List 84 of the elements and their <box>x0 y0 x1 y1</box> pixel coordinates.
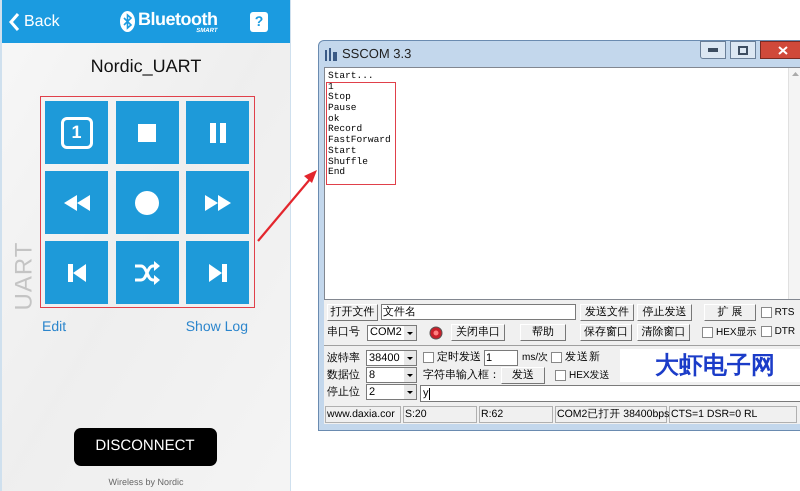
interval-unit: ms/次 <box>522 351 548 365</box>
dropdown[interactable]: 38400 <box>366 350 417 366</box>
control-button[interactable] <box>116 241 179 304</box>
app-logo-icon <box>324 47 338 61</box>
pause-icon <box>210 122 226 142</box>
chevron-left-icon <box>9 12 20 30</box>
control-button[interactable] <box>186 101 250 164</box>
rewind-icon <box>64 194 90 210</box>
file-name-field[interactable]: 文件名 <box>381 304 576 320</box>
send-button[interactable]: 发送 <box>501 367 545 384</box>
status-field: www.daxia.cor <box>325 406 401 423</box>
control-button[interactable] <box>116 101 179 164</box>
log-line: FastForward <box>328 135 392 146</box>
maximize-button[interactable] <box>730 41 756 59</box>
save-window-button[interactable]: 保存窗口 <box>580 324 632 341</box>
log-line: Start <box>328 146 358 156</box>
status-field: R:62 <box>479 406 553 423</box>
bluetooth-logo-icon <box>120 11 136 32</box>
log-line: Record <box>328 124 364 135</box>
control-button[interactable] <box>116 171 179 234</box>
close-port-button[interactable]: 关闭串口 <box>451 324 505 341</box>
record-icon <box>135 190 160 214</box>
interval-field[interactable]: 1 <box>484 350 518 366</box>
log-line: End <box>328 167 346 178</box>
input-label: 字符串输入框： <box>423 368 500 384</box>
annotation-arrow <box>257 170 317 242</box>
checkbox[interactable] <box>760 326 772 337</box>
checkbox-label: HEX发送 <box>569 369 610 383</box>
footer-text: Wireless by Nordic <box>107 476 184 489</box>
checkbox[interactable] <box>760 307 772 318</box>
minimize-button[interactable] <box>700 41 726 59</box>
checkbox-label: HEX显示 <box>716 326 757 340</box>
stop-icon <box>138 124 156 142</box>
open-file-button[interactable]: 打开文件 <box>327 304 378 320</box>
close-icon <box>778 46 788 54</box>
disconnect-button[interactable]: DISCONNECT <box>74 428 216 466</box>
expand-button[interactable]: 扩 展 <box>704 304 756 320</box>
checkbox-label: 定时发送 <box>437 350 481 366</box>
send-input-field[interactable]: y <box>420 385 800 402</box>
fast-forward-icon <box>204 194 231 210</box>
ad-banner[interactable]: 大虾电子网 <box>620 349 800 382</box>
shuffle-icon <box>134 260 160 284</box>
maximize-icon <box>738 46 748 54</box>
setting-label: 数据位 <box>327 368 361 383</box>
dropdown[interactable]: 2 <box>366 384 417 400</box>
status-field: S:20 <box>403 406 477 423</box>
minimize-icon <box>708 48 718 52</box>
setting-label: 停止位 <box>327 384 361 400</box>
log-line: Start... <box>328 71 375 82</box>
scroll-up-icon <box>792 72 798 76</box>
port-label: 串口号 <box>327 325 361 340</box>
checkbox-label: RTS <box>774 306 794 320</box>
checkbox[interactable] <box>423 352 434 363</box>
stop-send-button[interactable]: 停止发送 <box>637 304 692 320</box>
numbered-square-icon: 1 <box>60 116 92 148</box>
close-button[interactable] <box>760 41 800 59</box>
skip-back-icon <box>68 264 86 282</box>
send-file-button[interactable]: 发送文件 <box>580 304 634 320</box>
log-line: Shuffle <box>328 156 369 167</box>
status-field: CTS=1 DSR=0 RL <box>669 406 797 423</box>
control-button[interactable] <box>186 171 250 234</box>
status-field: COM2已打开 38400bps <box>555 406 667 423</box>
brand-name: Bluetooth <box>138 10 218 28</box>
setting-label: 波特率 <box>327 350 361 366</box>
skip-forward-icon <box>208 264 227 282</box>
control-button[interactable] <box>186 241 250 304</box>
help-button[interactable]: 帮助 <box>520 324 566 341</box>
dropdown[interactable]: 8 <box>366 367 417 383</box>
control-button[interactable] <box>45 171 108 234</box>
log-line: Stop <box>328 92 352 104</box>
checkbox[interactable] <box>551 352 562 363</box>
device-title: Nordic_UART <box>90 55 202 78</box>
checkbox-label: 发送新 <box>565 350 602 366</box>
checkbox[interactable] <box>555 370 566 381</box>
clear-window-button[interactable]: 清除窗口 <box>637 324 690 341</box>
log-line: ok <box>328 114 340 124</box>
dropdown[interactable]: COM2 <box>367 324 417 340</box>
checkbox-label: DTR <box>774 325 796 339</box>
control-button[interactable] <box>45 241 108 304</box>
log-line: Pause <box>328 103 358 114</box>
checkbox[interactable] <box>702 327 713 338</box>
log-line: 1 <box>328 82 335 92</box>
window-title: SSCOM 3.3 <box>342 45 412 64</box>
scrollbar[interactable] <box>788 68 800 299</box>
